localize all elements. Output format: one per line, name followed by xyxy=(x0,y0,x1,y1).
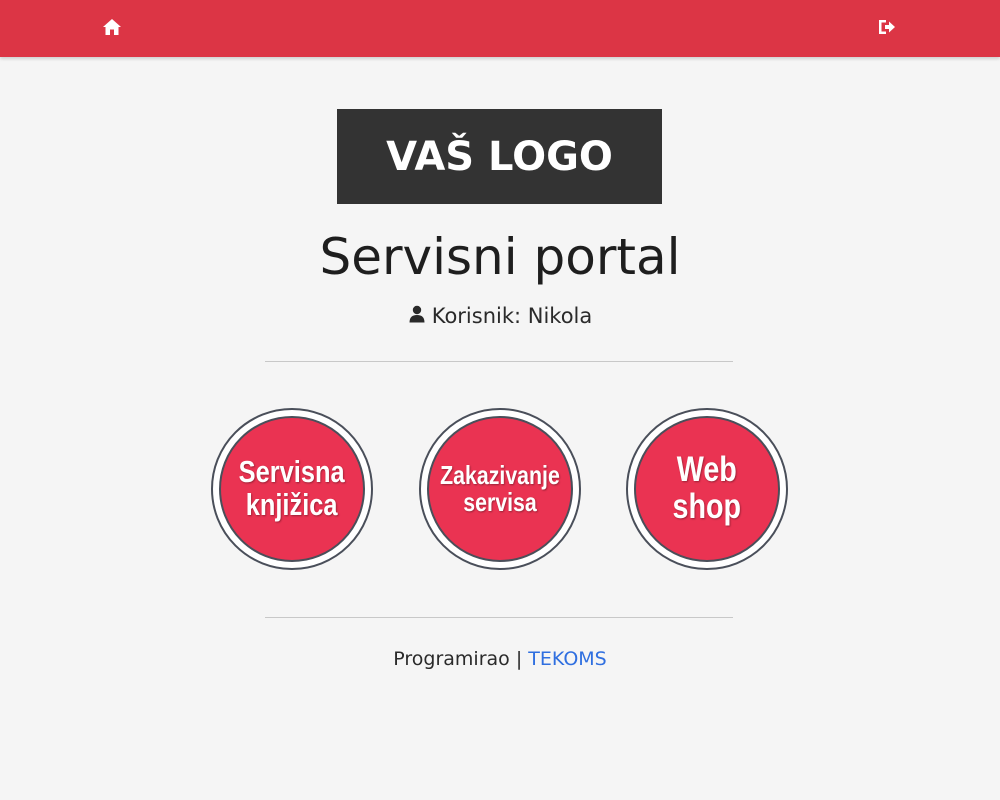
footer: Programirao | TEKOMS xyxy=(0,645,1000,673)
schedule-service-button[interactable]: Zakazivanje servisa xyxy=(419,408,581,570)
service-book-button[interactable]: Servisna knjižica xyxy=(211,408,373,570)
company-logo: VAŠ LOGO xyxy=(337,109,662,204)
home-icon[interactable] xyxy=(99,14,125,40)
button-label-line2: servisa xyxy=(463,487,537,517)
footer-text: Programirao | xyxy=(393,648,529,670)
top-navbar xyxy=(0,0,1000,57)
user-icon xyxy=(408,300,426,332)
user-info: Korisnik: Nikola xyxy=(0,300,1000,332)
sign-out-icon[interactable] xyxy=(874,14,900,40)
button-label-line2: shop xyxy=(672,487,742,526)
divider-bottom xyxy=(265,617,733,618)
button-label-line1: Zakazivanje xyxy=(440,459,560,490)
button-label-line1: Servisna xyxy=(238,454,345,490)
tekoms-link[interactable]: TEKOMS xyxy=(528,648,606,670)
logo-text: VAŠ LOGO xyxy=(386,133,613,180)
button-label-line1: Web xyxy=(676,450,738,490)
button-label-line2: knjižica xyxy=(246,487,338,522)
user-label: Korisnik: Nikola xyxy=(431,304,593,328)
divider-top xyxy=(265,361,733,362)
web-shop-button[interactable]: Web shop xyxy=(626,408,788,570)
page-title: Servisni portal xyxy=(319,228,681,286)
